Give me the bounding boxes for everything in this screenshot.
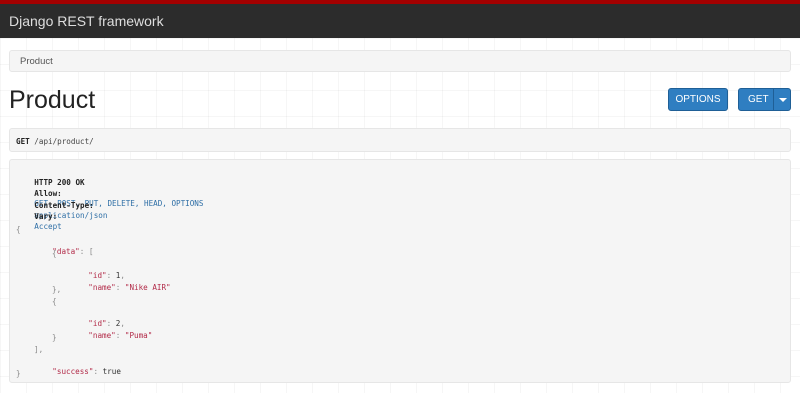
- button-divider: [773, 89, 774, 110]
- json-value-name: "Nike AIR": [124, 283, 171, 292]
- page-title: Product: [9, 86, 96, 114]
- json-key-name: "name": [88, 283, 116, 292]
- json-key-success: "success": [52, 367, 94, 376]
- get-button-label: GET: [748, 94, 769, 105]
- options-button[interactable]: OPTIONS: [668, 88, 728, 111]
- header-value: Accept: [34, 222, 62, 231]
- brand-link[interactable]: Django REST framework: [9, 13, 164, 29]
- caret-down-icon[interactable]: [779, 98, 787, 102]
- navbar: Django REST framework: [0, 0, 800, 38]
- response-info: HTTP 200 OK Allow: GET, POST, PUT, DELET…: [9, 159, 791, 383]
- breadcrumb-item-product[interactable]: Product: [20, 56, 53, 67]
- json-brace: {: [16, 225, 21, 234]
- request-method: GET: [16, 137, 30, 146]
- request-url: /api/product/: [34, 137, 94, 146]
- json-value-name: "Puma": [124, 331, 153, 340]
- breadcrumb: Product: [9, 50, 791, 72]
- options-button-label: OPTIONS: [675, 94, 721, 105]
- get-button[interactable]: GET: [738, 88, 791, 111]
- json-key-name: "name": [88, 331, 116, 340]
- json-value-success: true: [102, 367, 121, 376]
- request-info: GET /api/product/: [9, 128, 791, 152]
- header-name: Vary:: [34, 212, 58, 221]
